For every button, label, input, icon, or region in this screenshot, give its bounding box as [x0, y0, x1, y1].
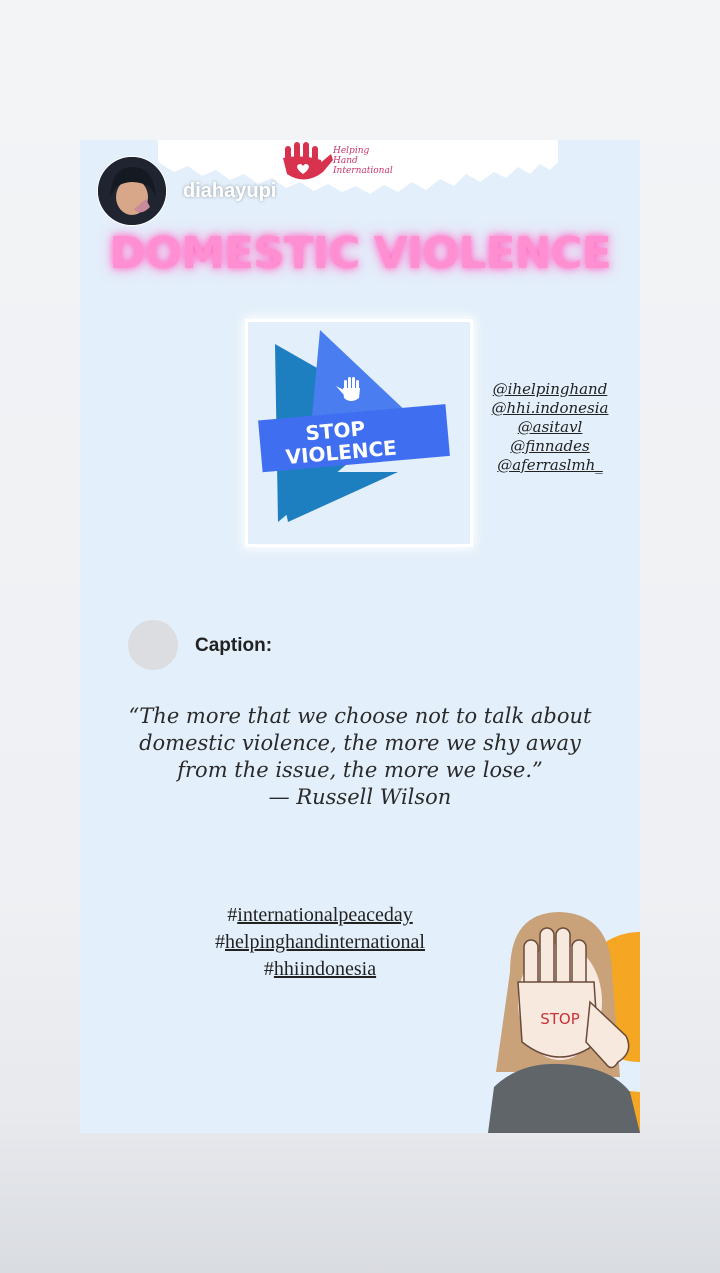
stop-violence-artwork: STOP VIOLENCE — [258, 330, 450, 522]
username[interactable]: diahayupi — [183, 180, 276, 203]
story-card: Helping Hand International DOMESTIC VIOL… — [80, 140, 640, 1133]
mentions-list: @ihelpinghand @hhi.indonesia @asitavl @f… — [476, 380, 624, 475]
quote-attribution: — Russell Wilson — [268, 785, 452, 809]
mention-link[interactable]: @aferraslmh_ — [476, 456, 624, 475]
mention-link[interactable]: @hhi.indonesia — [476, 399, 624, 418]
avatar[interactable] — [97, 156, 167, 226]
quote-line: domestic violence, the more we shy away — [139, 731, 581, 755]
hashtag-text: hhiindonesia — [273, 958, 377, 980]
logo-text-line: Hand — [333, 156, 358, 166]
mention-link[interactable]: @finnades — [476, 437, 624, 456]
caption-label: Caption: — [195, 635, 273, 656]
story-title: DOMESTIC VIOLENCE — [109, 228, 612, 279]
quote-line: from the issue, the more we lose.” — [177, 758, 543, 782]
avatar-image — [98, 157, 166, 225]
mention-link[interactable]: @asitavl — [476, 418, 624, 437]
logo-text-line: Helping — [333, 146, 370, 156]
logo-wordmark: Helping Hand International — [333, 146, 403, 176]
hashtag-text: internationalpeaceday — [237, 904, 413, 926]
mention-link[interactable]: @ihelpinghand — [476, 380, 624, 399]
caption-avatar-placeholder — [128, 620, 178, 670]
hashtag-text: helpinghandinternational — [225, 931, 425, 953]
quote-line: “The more that we choose not to talk abo… — [128, 704, 592, 728]
illustration-stop-text: STOP — [540, 1010, 580, 1028]
logo-text-line: International — [333, 166, 393, 176]
quote-block: “The more that we choose not to talk abo… — [100, 703, 620, 811]
stop-violence-graphic: STOP VIOLENCE — [245, 319, 473, 547]
woman-stop-illustration: STOP — [488, 912, 640, 1133]
